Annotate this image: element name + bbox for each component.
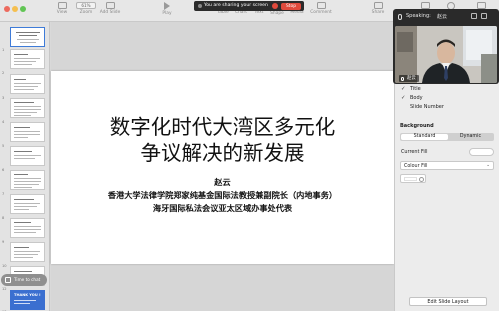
slide-number: 7 (2, 192, 5, 196)
slide-number: 12 (2, 287, 7, 291)
background-mode-segmented-control[interactable]: Standard Dynamic (400, 133, 494, 141)
slide-number: 2 (2, 71, 5, 75)
chat-icon (5, 277, 11, 283)
chat-notification-pill[interactable]: Time to chat (1, 274, 47, 286)
add-slide-button[interactable]: Add Slide (93, 2, 127, 15)
play-button[interactable]: Play (150, 2, 184, 16)
checkmark-icon: ✓ (401, 95, 406, 101)
minimize-window-button[interactable] (12, 6, 18, 12)
slide-thumbnail-2[interactable] (10, 49, 45, 69)
slide-number: 3 (2, 96, 5, 100)
speaker-video-panel[interactable]: Speaking: 赵云 赵云 (393, 9, 499, 84)
speaker-video-feed: 赵云 (395, 26, 497, 83)
current-fill-toggle[interactable] (469, 148, 494, 156)
standard-tab[interactable]: Standard (401, 134, 448, 140)
slide-thumbnail-7[interactable] (10, 170, 45, 190)
slide-number: 4 (2, 120, 5, 124)
slide-title-line-2: 争议解决的新发展 (140, 141, 305, 165)
presenter-name[interactable]: 赵云 (51, 176, 394, 188)
play-icon (164, 2, 170, 10)
slide-title-line-1: 数字化时代大湾区多元化 (109, 115, 336, 139)
presenter-position[interactable]: 香港大学法律学院郑家纯基金国际法教授兼副院长（内地事务） (51, 189, 394, 201)
speaking-label: Speaking: (406, 13, 431, 19)
share-icon (373, 2, 383, 9)
microphone-icon (398, 14, 402, 20)
chevron-down-icon: ⌄ (486, 163, 490, 168)
add-slide-icon (105, 2, 115, 9)
edit-slide-layout-button[interactable]: Edit Slide Layout (409, 297, 487, 306)
slide-thumbnail-13[interactable]: THANK YOU ! (10, 290, 45, 310)
checkmark-icon: ✓ (401, 86, 406, 92)
color-wheel-icon[interactable] (419, 176, 424, 182)
presenter-affiliation[interactable]: 海牙国际私法会议亚太区域办事处代表 (51, 202, 394, 214)
slide-number: 9 (2, 240, 5, 244)
sharing-indicator-icon (198, 4, 202, 8)
close-window-button[interactable] (4, 6, 10, 12)
slide-thumbnail-4[interactable] (10, 98, 45, 118)
slide-thumbnail-9[interactable] (10, 218, 45, 238)
slide-thumbnail-1[interactable] (10, 27, 45, 47)
slide-number: 10 (2, 264, 7, 268)
comment-icon (316, 2, 326, 9)
fill-type-select[interactable]: Colour Fill ⌄ (400, 161, 494, 170)
color-swatch[interactable] (404, 177, 417, 181)
slide-navigator[interactable]: 1 2 3 4 5 6 7 8 9 10 12 THANK YOU ! Time… (0, 22, 50, 311)
pause-share-button[interactable] (272, 3, 278, 9)
view-icon (57, 2, 67, 9)
slide-number: 1 (2, 48, 5, 52)
expand-icon[interactable] (481, 13, 487, 19)
slide-thumbnail-8[interactable] (10, 194, 45, 214)
slide-number: 6 (2, 168, 5, 172)
screen-share-banner: You are sharing your screen Stop (194, 1, 304, 11)
comment-button[interactable]: Comment (304, 2, 338, 15)
stop-share-button[interactable]: Stop (281, 2, 301, 10)
background-heading: Background (400, 123, 434, 129)
format-brush-icon (420, 2, 430, 9)
thank-you-text: THANK YOU ! (14, 293, 41, 297)
active-speaker-name: 赵云 (437, 14, 448, 20)
slide-thumbnail-6[interactable] (10, 146, 45, 166)
window-layout-icon[interactable] (471, 13, 477, 19)
microphone-icon (401, 76, 404, 81)
background-color-well[interactable] (400, 174, 426, 183)
video-name-tag: 赵云 (399, 75, 419, 82)
zoom-window-button[interactable] (20, 6, 26, 12)
document-icon (476, 2, 486, 9)
slide-number: 8 (2, 216, 5, 220)
share-button[interactable]: Share (361, 2, 395, 15)
current-fill-label: Current Fill (401, 149, 428, 155)
slide-thumbnail-5[interactable] (10, 122, 45, 142)
slide-title[interactable]: 数字化时代大湾区多元化 争议解决的新发展 (51, 114, 394, 166)
slide-thumbnail-3[interactable] (10, 74, 45, 94)
slide-thumbnail-10[interactable] (10, 242, 45, 262)
current-slide[interactable]: 数字化时代大湾区多元化 争议解决的新发展 赵云 香港大学法律学院郑家纯基金国际法… (51, 71, 394, 264)
dynamic-tab[interactable]: Dynamic (448, 134, 493, 140)
slide-number: 5 (2, 144, 5, 148)
